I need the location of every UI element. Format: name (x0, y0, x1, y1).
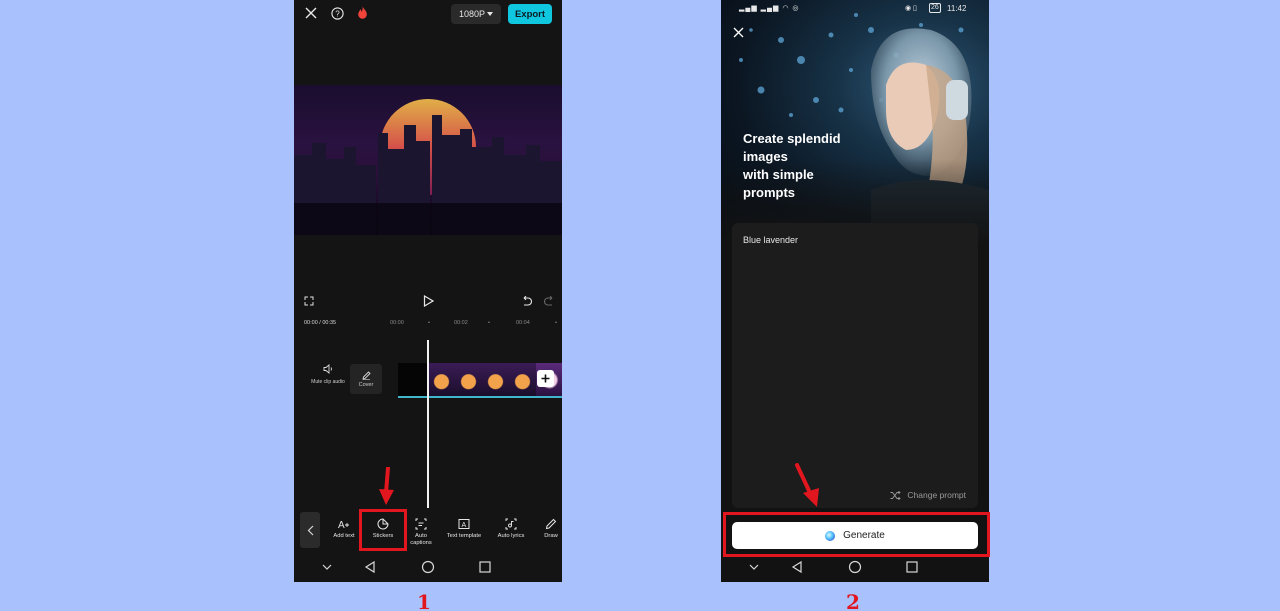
plus-icon (541, 374, 550, 383)
change-prompt-button[interactable]: Change prompt (890, 490, 966, 500)
headline: Create splendid images with simple promp… (743, 130, 863, 202)
red-arrow-icon (379, 467, 394, 505)
clip-audio-line (398, 396, 562, 398)
headline-line: images (743, 149, 788, 164)
back-button[interactable] (300, 512, 320, 548)
android-nav-bar (294, 552, 562, 582)
flame-icon[interactable] (355, 5, 369, 21)
tool-draw[interactable]: Draw (530, 518, 562, 539)
export-button[interactable]: Export (508, 4, 552, 24)
svg-text:?: ? (335, 9, 340, 18)
add-clip-button[interactable] (537, 370, 554, 387)
help-icon[interactable]: ? (330, 6, 344, 20)
ruler-mark: 00:00 (390, 320, 404, 326)
speaker-icon (323, 364, 332, 374)
hero-image (721, 0, 989, 245)
change-prompt-label: Change prompt (907, 490, 966, 500)
audio-label: Mute clip audio (311, 379, 345, 385)
fullscreen-icon[interactable] (303, 295, 315, 307)
tool-label: Draw (544, 533, 558, 539)
recents-square-icon[interactable] (905, 560, 919, 574)
generate-highlight-box (723, 512, 990, 557)
play-icon[interactable] (421, 294, 435, 308)
tool-text-template[interactable]: A Text template (443, 518, 485, 539)
text-template-icon: A (458, 519, 470, 529)
time-ruler: 00:00 / 00:35 00:00 • 00:02 • 00:04 • (304, 320, 557, 326)
playhead[interactable] (427, 340, 429, 508)
chevron-left-icon (307, 525, 313, 535)
headline-line: Create splendid (743, 131, 841, 146)
tool-label: Auto lyrics (497, 533, 525, 539)
cover-label: Cover (358, 381, 374, 388)
status-icons: ◉ ▯ (905, 5, 917, 12)
resolution-dropdown[interactable]: 1080P (451, 4, 501, 24)
timecode: 00:00 / 00:35 (304, 320, 337, 326)
clock: 11:42 (947, 4, 967, 13)
battery-indicator: 26 (929, 3, 941, 13)
mute-clip-audio-button[interactable]: Mute clip audio (308, 364, 348, 385)
redo-icon (543, 295, 555, 307)
pencil-icon (545, 518, 557, 530)
headline-line: with simple (743, 167, 814, 182)
astronaut-woman-image (721, 0, 989, 245)
auto-captions-icon (415, 518, 427, 530)
chevron-down-icon (487, 12, 494, 16)
ruler-mark: 00:04 (516, 320, 530, 326)
add-text-icon: A (338, 520, 349, 530)
home-circle-icon[interactable] (848, 560, 862, 574)
prompt-input[interactable]: Blue lavender Change prompt (732, 223, 978, 508)
home-circle-icon[interactable] (421, 560, 435, 574)
tool-auto-lyrics[interactable]: Auto lyrics (490, 518, 532, 539)
signal-icon: ▂▄▆ ▂▄▆ ◠ ◎ (739, 5, 800, 12)
close-icon[interactable] (731, 25, 745, 39)
bottom-toolbar: A Add text Stickers Auto captions A Text… (294, 508, 562, 552)
video-preview[interactable] (294, 85, 562, 235)
stickers-highlight-box (359, 509, 407, 551)
tool-label: Text template (446, 533, 482, 539)
ruler-mark: 00:02 (454, 320, 468, 326)
chevron-down-icon[interactable] (320, 560, 334, 574)
prompt-text: Blue lavender (743, 235, 799, 245)
recents-square-icon[interactable] (478, 560, 492, 574)
back-triangle-icon[interactable] (363, 560, 377, 574)
tool-label: Add text (333, 533, 355, 539)
step-label: 2 (846, 590, 860, 611)
back-triangle-icon[interactable] (790, 560, 804, 574)
shuffle-icon (890, 490, 902, 500)
city-sunset-image (294, 99, 562, 235)
undo-icon[interactable] (520, 295, 532, 307)
headline-line: prompts (743, 185, 795, 200)
pencil-icon (361, 370, 371, 380)
auto-lyrics-icon (505, 518, 517, 530)
cover-button[interactable]: Cover (350, 364, 382, 394)
capcut-editor-screen: ? 1080P Export 00:00 / 00:35 00:00 • 00:… (294, 0, 562, 582)
ai-image-generator-screen: ▂▄▆ ▂▄▆ ◠ ◎ ◉ ▯ 26 11:42 Create splendid… (721, 0, 989, 582)
chevron-down-icon[interactable] (747, 560, 761, 574)
red-arrow-icon (795, 463, 819, 507)
resolution-label: 1080P (458, 9, 486, 19)
svg-text:A: A (338, 520, 345, 530)
svg-text:A: A (462, 522, 467, 529)
close-icon[interactable] (304, 6, 318, 20)
status-bar: ▂▄▆ ▂▄▆ ◠ ◎ ◉ ▯ 26 11:42 (721, 0, 989, 18)
tool-label: Auto captions (410, 533, 432, 546)
step-label: 1 (417, 590, 431, 611)
